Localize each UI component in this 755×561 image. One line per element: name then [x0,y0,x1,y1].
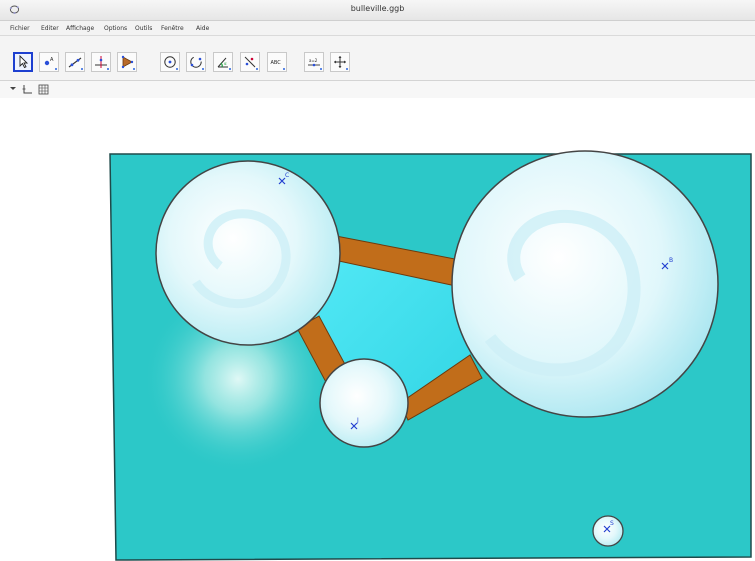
text-icon: ABC [271,60,282,66]
tool-menu-indicator [55,68,57,70]
point-tool-button[interactable]: A [39,52,59,72]
move-view-tool-button[interactable] [330,52,350,72]
angle-icon: α [217,57,228,68]
window-title: bulleville.ggb [350,4,405,13]
polygon-tool-button[interactable] [117,52,137,72]
menu-fenetre[interactable]: Fenêtre [161,25,184,32]
point-j-label: J [356,417,359,424]
menu-aide[interactable]: Aide [196,25,209,32]
slider-icon: a=2 [308,58,320,67]
menu-affichage[interactable]: Affichage [66,25,94,32]
point-s-label: S [610,520,614,527]
tool-menu-indicator [320,68,322,70]
slider-tool-button[interactable]: a=2 [304,52,324,72]
menu-fichier[interactable]: Fichier [10,25,30,32]
svg-text:α: α [224,61,227,66]
polygon-icon [121,55,134,69]
menu-editer[interactable]: Editer [41,25,59,32]
toolbar: A α ABC a=2 [0,36,755,81]
title-bar: bulleville.ggb [0,0,755,21]
tool-menu-indicator [229,68,231,70]
circle-tool-button[interactable] [160,52,180,72]
move-view-icon [334,56,346,68]
graphics-view[interactable]: C B J S [0,98,755,561]
bubble-b[interactable] [451,150,719,418]
point-icon: A [44,57,54,66]
menu-options[interactable]: Options [104,25,127,32]
perpendicular-tool-button[interactable] [91,52,111,72]
tool-menu-indicator [283,68,285,70]
move-arrow-icon [19,55,29,69]
move-tool-button[interactable] [13,52,33,72]
menu-bar: Fichier Editer Affichage Options Outils … [0,21,755,36]
arc-tool-button[interactable] [186,52,206,72]
angle-tool-button[interactable]: α [213,52,233,72]
style-bar [0,81,755,99]
dropdown-triangle-icon[interactable] [8,84,19,95]
tool-menu-indicator [176,68,178,70]
bubble-j[interactable] [319,358,409,448]
point-b-label: B [669,257,673,264]
slider-tool-label: a=2 [309,58,318,63]
tool-menu-indicator [256,68,258,70]
circle-arc-icon [190,56,202,68]
reflect-tool-button[interactable] [240,52,260,72]
line-icon [68,57,82,68]
circle-center-icon [164,56,176,68]
svg-text:A: A [50,57,54,63]
reflect-icon [244,56,256,68]
line-tool-button[interactable] [65,52,85,72]
menu-outils[interactable]: Outils [135,25,152,32]
tool-menu-indicator [107,68,109,70]
tool-menu-indicator [81,68,83,70]
bubble-c[interactable] [155,160,341,346]
text-tool-label: ABC [271,60,282,66]
drawing-canvas[interactable]: C B J S [0,98,755,561]
tool-menu-indicator [202,68,204,70]
bubble-s[interactable] [592,515,624,547]
perpendicular-line-icon [95,56,107,68]
tool-menu-indicator [133,68,135,70]
tool-menu-indicator [346,68,348,70]
text-tool-button[interactable]: ABC [267,52,287,72]
grid-icon[interactable] [38,84,49,95]
axes-icon[interactable] [22,84,33,95]
point-c-label: C [285,172,289,179]
